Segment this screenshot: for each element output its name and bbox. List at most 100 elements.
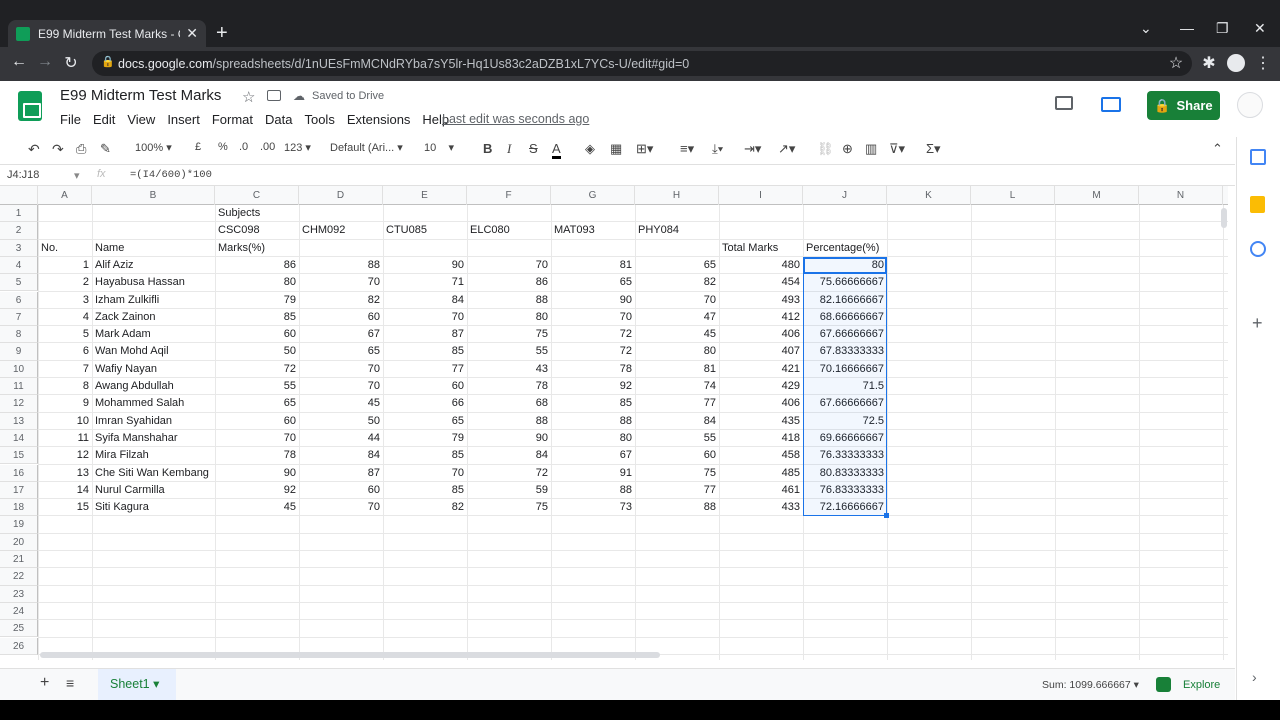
mark-cell[interactable]: 92 — [551, 378, 635, 395]
mark-cell[interactable]: 88 — [467, 413, 551, 430]
mark-cell[interactable]: 84 — [635, 413, 719, 430]
minimize-icon[interactable]: — — [1180, 20, 1194, 36]
mark-cell[interactable]: 81 — [635, 361, 719, 378]
formula-input[interactable]: =(I4/600)*100 — [130, 169, 212, 181]
mark-cell[interactable]: 90 — [467, 430, 551, 447]
row-header[interactable]: 10 — [0, 360, 38, 378]
reload-icon[interactable]: ↻ — [60, 53, 82, 73]
insert-chart-icon[interactable]: ▥ — [865, 141, 877, 157]
row-header[interactable]: 12 — [0, 395, 38, 413]
student-no-cell[interactable]: 13 — [38, 465, 92, 482]
mark-cell[interactable]: 80 — [467, 309, 551, 326]
mark-cell[interactable]: 73 — [551, 499, 635, 516]
text-rotation-icon[interactable]: ↗▾ — [778, 141, 795, 157]
row-header[interactable]: 2 — [0, 222, 38, 240]
student-no-cell[interactable]: 14 — [38, 482, 92, 499]
student-no-cell[interactable]: 5 — [38, 326, 92, 343]
row-header[interactable]: 26 — [0, 637, 38, 655]
total-cell[interactable]: 454 — [719, 274, 803, 291]
column-header[interactable]: N — [1139, 186, 1223, 205]
mark-cell[interactable]: 50 — [299, 413, 383, 430]
menu-view[interactable]: View — [127, 112, 155, 127]
column-header[interactable]: I — [719, 186, 803, 205]
mark-cell[interactable]: 66 — [383, 395, 467, 412]
select-all-corner[interactable] — [0, 186, 38, 205]
mark-cell[interactable]: 65 — [551, 274, 635, 291]
student-no-cell[interactable]: 7 — [38, 361, 92, 378]
mark-cell[interactable]: 81 — [551, 257, 635, 274]
close-window-icon[interactable]: ✕ — [1254, 20, 1266, 37]
horizontal-scrollbar[interactable] — [40, 652, 660, 658]
column-header[interactable]: M — [1055, 186, 1139, 205]
profile-avatar[interactable] — [1227, 54, 1245, 72]
mark-cell[interactable]: 70 — [299, 274, 383, 291]
browser-tab[interactable]: E99 Midterm Test Marks - Googl ✕ — [8, 20, 206, 47]
mark-cell[interactable]: 47 — [635, 309, 719, 326]
total-header[interactable]: Total Marks — [719, 240, 803, 257]
mark-cell[interactable]: 60 — [215, 413, 299, 430]
mark-cell[interactable]: 60 — [383, 378, 467, 395]
column-header[interactable]: J — [803, 186, 887, 205]
extensions-icon[interactable]: ✱ — [1198, 53, 1220, 73]
row-header[interactable]: 13 — [0, 412, 38, 430]
column-header[interactable]: L — [971, 186, 1055, 205]
marks-header[interactable]: Marks(%) — [215, 240, 299, 257]
total-cell[interactable]: 421 — [719, 361, 803, 378]
font-size-select[interactable]: 10 ▾ — [424, 141, 454, 154]
menu-file[interactable]: File — [60, 112, 81, 127]
student-no-cell[interactable]: 12 — [38, 447, 92, 464]
row-header[interactable]: 6 — [0, 291, 38, 309]
mark-cell[interactable]: 67 — [299, 326, 383, 343]
row-header[interactable]: 24 — [0, 602, 38, 621]
sum-indicator[interactable]: Sum: 1099.666667 ▾ — [1042, 679, 1139, 691]
student-no-cell[interactable]: 1 — [38, 257, 92, 274]
zoom-select[interactable]: 100% ▾ — [135, 141, 172, 154]
mark-cell[interactable]: 77 — [635, 395, 719, 412]
mark-cell[interactable]: 55 — [467, 343, 551, 360]
row-header[interactable]: 21 — [0, 551, 38, 569]
last-edit-link[interactable]: Last edit was seconds ago — [442, 112, 589, 126]
mark-cell[interactable]: 77 — [635, 482, 719, 499]
mark-cell[interactable]: 70 — [383, 465, 467, 482]
row-header[interactable]: 7 — [0, 308, 38, 327]
address-bar[interactable]: 🔒 docs.google.com/spreadsheets/d/1nUEsFm… — [92, 51, 1192, 76]
insert-link-icon[interactable]: ⛓ — [817, 141, 834, 157]
mark-cell[interactable]: 65 — [635, 257, 719, 274]
bold-icon[interactable]: B — [483, 141, 492, 156]
present-icon[interactable] — [1101, 97, 1121, 112]
all-sheets-icon[interactable]: ≡ — [66, 675, 74, 691]
row-header[interactable]: 18 — [0, 499, 38, 517]
calendar-icon[interactable] — [1250, 149, 1266, 165]
forward-icon[interactable]: → — [34, 53, 56, 71]
mark-cell[interactable]: 68 — [467, 395, 551, 412]
menu-data[interactable]: Data — [265, 112, 292, 127]
mark-cell[interactable]: 55 — [215, 378, 299, 395]
mark-cell[interactable]: 45 — [299, 395, 383, 412]
mark-cell[interactable]: 86 — [215, 257, 299, 274]
mark-cell[interactable]: 84 — [299, 447, 383, 464]
bookmark-star-icon[interactable]: ☆ — [1165, 53, 1187, 73]
mark-cell[interactable]: 50 — [215, 343, 299, 360]
mark-cell[interactable]: 88 — [467, 292, 551, 309]
sheets-logo[interactable] — [18, 91, 42, 121]
mark-cell[interactable]: 88 — [551, 482, 635, 499]
subject-header[interactable]: MAT093 — [551, 222, 635, 239]
add-sheet-icon[interactable]: + — [40, 674, 49, 692]
explore-icon[interactable] — [1156, 677, 1171, 692]
mark-cell[interactable]: 65 — [215, 395, 299, 412]
vertical-align-icon[interactable]: ⤓▾ — [712, 141, 723, 157]
mark-cell[interactable]: 79 — [383, 430, 467, 447]
explore-button[interactable]: Explore — [1183, 679, 1220, 691]
menu-tools[interactable]: Tools — [304, 112, 334, 127]
mark-cell[interactable]: 71 — [383, 274, 467, 291]
font-select[interactable]: Default (Ari... ▾ — [330, 141, 403, 154]
mark-cell[interactable]: 70 — [215, 430, 299, 447]
row-header[interactable]: 5 — [0, 274, 38, 292]
tab-search-icon[interactable]: ⌄ — [1140, 20, 1152, 37]
mark-cell[interactable]: 72 — [215, 361, 299, 378]
mark-cell[interactable]: 88 — [299, 257, 383, 274]
no-header[interactable]: No. — [38, 240, 92, 257]
mark-cell[interactable]: 78 — [551, 361, 635, 378]
increase-decimal-button[interactable]: .00 — [260, 141, 275, 153]
total-cell[interactable]: 418 — [719, 430, 803, 447]
